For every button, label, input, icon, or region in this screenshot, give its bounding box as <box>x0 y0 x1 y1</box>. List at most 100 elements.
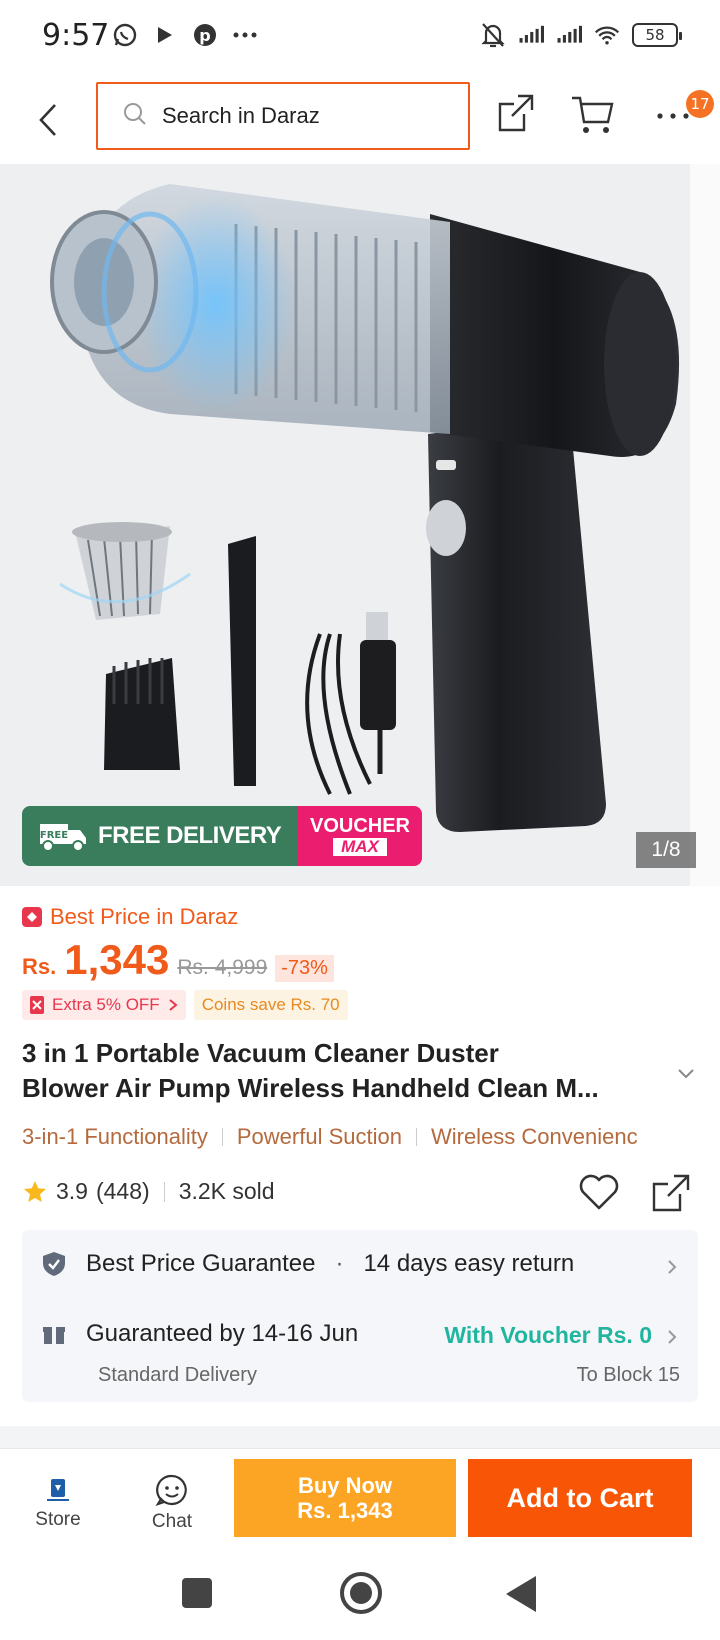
signal-icon <box>518 22 544 48</box>
heart-icon <box>579 1174 619 1210</box>
recents-button[interactable] <box>182 1578 212 1608</box>
whatsapp-icon <box>112 22 138 48</box>
pinterest-icon: p <box>192 22 218 48</box>
more-icon <box>657 113 689 119</box>
system-status-icons: 58 <box>480 22 682 48</box>
back-button[interactable] <box>28 92 68 148</box>
product-title: 3 in 1 Portable Vacuum Cleaner Duster Bl… <box>22 1036 662 1106</box>
max-text: MAX <box>333 838 387 856</box>
chevron-right-icon <box>668 1260 677 1274</box>
divider <box>163 1181 165 1202</box>
status-bar: 9:57 p 58 <box>0 0 720 78</box>
share-icon <box>498 94 534 132</box>
add-to-cart-button[interactable]: Add to Cart <box>468 1459 692 1537</box>
return-policy-text: 14 days easy return <box>363 1250 575 1277</box>
share-button[interactable] <box>496 90 540 140</box>
star-icon <box>24 1180 46 1202</box>
search-placeholder: Search in Daraz <box>162 103 320 128</box>
chevron-down-icon <box>678 1069 694 1079</box>
system-navigation-bar <box>0 1554 720 1640</box>
chevron-right-icon <box>668 1330 677 1344</box>
svg-text:p: p <box>199 26 210 45</box>
divider <box>221 1128 223 1146</box>
current-price: 1,343 <box>64 936 170 983</box>
section-divider <box>0 1426 720 1448</box>
free-tag: FREE <box>40 830 68 841</box>
separator-dot: · <box>335 1250 344 1277</box>
cart-icon <box>572 96 614 133</box>
product-title-line-1: 3 in 1 Portable Vacuum Cleaner Duster <box>22 1038 499 1068</box>
top-navigation: Search in Daraz 17 <box>0 78 720 164</box>
rating-value: 3.9 <box>56 1178 88 1204</box>
more-notifications-icon <box>232 22 258 48</box>
chevron-left-icon <box>39 104 56 136</box>
delivery-row[interactable]: Guaranteed by 14-16 Jun <box>42 1320 358 1348</box>
buy-now-price: Rs. 1,343 <box>297 1498 393 1523</box>
voucher-max-section: VOUCHER MAX <box>298 806 422 866</box>
delivery-eta: Guaranteed by 14-16 Jun <box>86 1320 359 1347</box>
home-button[interactable] <box>340 1572 382 1614</box>
search-input[interactable]: Search in Daraz <box>96 82 470 150</box>
coins-chip[interactable]: Coins save Rs. 70 <box>193 990 348 1020</box>
review-count: (448) <box>95 1178 150 1204</box>
free-delivery-section: FREE FREE DELIVERY <box>22 806 298 866</box>
free-delivery-banner: FREE FREE DELIVERY VOUCHER MAX <box>22 806 422 866</box>
delivery-truck-icon: FREE <box>40 824 86 852</box>
notification-icons: p <box>112 22 258 48</box>
gift-box-icon <box>43 1327 65 1344</box>
voucher-shipping-text[interactable]: With Voucher Rs. 0 <box>444 1322 652 1349</box>
image-counter: 1/8 <box>636 832 696 868</box>
store-label: Store <box>35 1509 81 1530</box>
guarantee-row[interactable]: Best Price Guarantee · 14 days easy retu… <box>42 1250 574 1278</box>
price-tag-icon <box>22 907 42 927</box>
add-to-cart-label: Add to Cart <box>506 1482 654 1513</box>
best-price-text: Best Price in Daraz <box>50 904 239 929</box>
status-time: 9:57 <box>42 18 110 53</box>
divider <box>415 1128 417 1146</box>
chat-label: Chat <box>151 1511 193 1532</box>
delivery-destination: To Block 15 <box>576 1364 680 1386</box>
free-delivery-text: FREE DELIVERY <box>98 822 282 849</box>
feature-tag[interactable]: 3-in-1 Functionality <box>22 1124 208 1150</box>
voucher-text: VOUCHER <box>309 815 410 837</box>
wishlist-button[interactable] <box>578 1172 622 1216</box>
extra-off-chip[interactable]: Extra 5% OFF <box>22 990 186 1020</box>
chevron-right-icon <box>169 999 178 1011</box>
expand-title-button[interactable] <box>676 1064 696 1084</box>
extra-off-text: Extra 5% OFF <box>52 995 160 1014</box>
discount-badge: -73% <box>275 955 334 982</box>
bottom-action-bar: Store Chat Buy Now Rs. 1,343 Add to Cart <box>0 1448 720 1554</box>
cart-button[interactable] <box>570 92 622 140</box>
cart-badge: 17 <box>686 90 714 118</box>
product-image-carousel[interactable]: FREE FREE DELIVERY VOUCHER MAX 1/8 <box>0 164 720 886</box>
price-row: Rs. 1,343 Rs. 4,999 -73% <box>22 936 334 984</box>
feature-tag[interactable]: Wireless Convenienc <box>431 1124 638 1150</box>
buy-now-button[interactable]: Buy Now Rs. 1,343 <box>234 1459 456 1537</box>
delivery-type: Standard Delivery <box>98 1364 257 1386</box>
store-logo-icon <box>47 1479 69 1501</box>
sold-count: 3.2K sold <box>178 1178 275 1204</box>
shield-check-icon <box>43 1252 65 1276</box>
offers-row: Extra 5% OFF Coins save Rs. 70 <box>22 990 348 1020</box>
wifi-icon <box>594 22 620 48</box>
mute-bell-icon <box>480 22 506 48</box>
home-dot <box>350 1582 372 1604</box>
coins-text: Coins save Rs. 70 <box>201 995 340 1014</box>
best-price-label: Best Price in Daraz <box>22 904 238 930</box>
feature-tag[interactable]: Powerful Suction <box>237 1124 402 1150</box>
product-share-button[interactable] <box>650 1172 694 1216</box>
price-guarantee-text: Best Price Guarantee <box>86 1250 316 1277</box>
service-info-card: Best Price Guarantee · 14 days easy retu… <box>22 1230 698 1402</box>
battery-icon: 58 <box>632 23 682 47</box>
original-price: Rs. 4,999 <box>177 956 268 979</box>
rating-row[interactable]: 3.9 (448) 3.2K sold <box>22 1178 275 1205</box>
chat-icon <box>155 1474 187 1506</box>
guarantee-chevron[interactable] <box>666 1258 680 1278</box>
share-icon <box>652 1174 690 1212</box>
signal-icon-2 <box>556 22 582 48</box>
price-currency: Rs. <box>22 954 57 979</box>
store-button[interactable]: Store <box>18 1463 98 1543</box>
system-back-button[interactable] <box>506 1576 536 1612</box>
delivery-chevron[interactable] <box>666 1328 680 1348</box>
chat-button[interactable]: Chat <box>132 1463 212 1543</box>
